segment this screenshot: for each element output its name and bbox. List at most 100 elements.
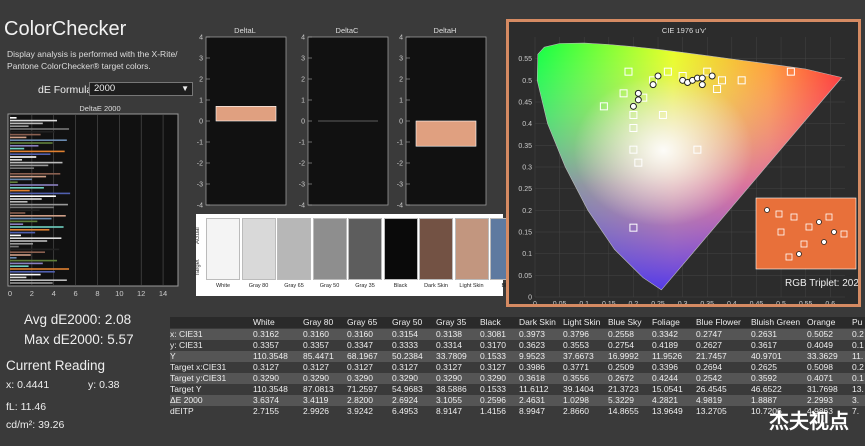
table-cell: 13.	[852, 384, 864, 394]
current-fl: fL: 11.46	[6, 401, 47, 413]
de-bar	[10, 209, 40, 211]
delta-tick-label: 0	[399, 119, 403, 126]
table-cell: 0.3556	[563, 373, 589, 383]
table-cell: 2.4631	[519, 395, 545, 405]
de-bar	[10, 128, 70, 130]
table-row: dEITP 2.7155 2.9926 3.9242 6.4953 8.9147 1.415…	[170, 406, 865, 417]
max-de-stat: Max dE2000: 5.57	[24, 332, 134, 347]
de-bar	[10, 159, 23, 161]
table-row-label: x: CIE31	[170, 329, 203, 339]
de-bar	[10, 276, 27, 279]
table-row: Target y:CIE31 0.3290 0.3290 0.3290 0.3290 0.…	[170, 373, 865, 384]
cie-y-tick: 0.2	[522, 208, 532, 215]
delta-tick-label: 3	[199, 56, 203, 63]
table-cell: 0.2558	[608, 329, 634, 339]
delta-bar	[415, 120, 477, 147]
de-bar	[10, 133, 41, 136]
cie-x-tick: 0.35	[700, 301, 714, 304]
de-bar	[10, 131, 55, 133]
table-cell: 2.6924	[392, 395, 418, 405]
table-cell: 2.7155	[253, 406, 279, 416]
table-header-cell: Light Skin	[563, 317, 601, 327]
de-formula-label: dE Formula:	[38, 84, 96, 96]
delta-bar	[215, 106, 277, 122]
table-cell: 33.7809	[436, 351, 467, 361]
cie-x-tick: 0.4	[727, 301, 737, 304]
cie-y-tick: 0.55	[518, 56, 532, 63]
delta-tick-label: 1	[199, 98, 203, 105]
table-header-cell: Pu	[852, 317, 863, 327]
de-tick-label: 2	[30, 289, 34, 298]
table-cell: 0.3138	[436, 329, 462, 339]
table-cell: 0.3290	[303, 373, 329, 383]
de-bar	[10, 147, 25, 150]
target-label: Target	[195, 259, 201, 276]
current-x: x: 0.4441	[6, 379, 50, 391]
de-tick-label: 12	[137, 289, 145, 298]
table-cell: 33.3629	[807, 351, 838, 361]
inset-measured-marker	[816, 219, 822, 225]
swatch-item: White	[206, 218, 240, 296]
delta-tick-label: 0	[301, 119, 305, 126]
de-bar	[10, 189, 30, 192]
de-bar	[10, 248, 60, 251]
swatch-color	[206, 218, 240, 280]
table-cell: 0.2542	[696, 373, 722, 383]
table-cell: 0.3170	[480, 340, 506, 350]
table-cell: 0.1	[852, 340, 864, 350]
de-bar	[10, 198, 42, 200]
table-cell: 0.3127	[480, 362, 506, 372]
swatch-label: Light Skin	[459, 283, 484, 289]
de-bar	[10, 164, 49, 167]
table-cell: 0.3127	[436, 362, 462, 372]
de-bar	[10, 167, 35, 169]
delta-tick-label: 4	[399, 35, 403, 42]
table-cell: 37.6673	[563, 351, 594, 361]
table-cell: 0.1	[852, 373, 864, 383]
table-cell: 0.3342	[652, 329, 678, 339]
de-bar	[10, 178, 32, 181]
de-bar	[10, 192, 71, 195]
table-cell: 0.3160	[303, 329, 329, 339]
table-cell: 39.1404	[563, 384, 594, 394]
table-row-label: ΔE 2000	[170, 395, 203, 405]
table-cell: 14.8655	[608, 406, 639, 416]
table-header-cell: Orange	[807, 317, 836, 327]
table-cell: 0.3553	[563, 340, 589, 350]
table-cell: 40.9701	[751, 351, 782, 361]
de-bar	[10, 150, 65, 153]
swatch-item: Gray 35	[348, 218, 382, 296]
table-cell: 9.9523	[519, 351, 545, 361]
table-cell: 3.4119	[303, 395, 329, 405]
table-cell: 0.3314	[436, 340, 462, 350]
table-cell: 0.3333	[392, 340, 418, 350]
description-line-1: Display analysis is performed with the X…	[7, 49, 178, 59]
delta-tick-label: 2	[399, 77, 403, 84]
delta-tick-label: 0	[199, 119, 203, 126]
measured-marker	[708, 72, 716, 80]
table-cell: 0.1533	[480, 384, 506, 394]
avg-de-stat: Avg dE2000: 2.08	[24, 312, 132, 327]
table-cell: 0.2747	[696, 329, 722, 339]
de-tick-label: 0	[8, 289, 12, 298]
table-row: x: CIE31 0.3162 0.3160 0.3160 0.3154 0.3138 0.…	[170, 329, 865, 340]
table-row-label: y: CIE31	[170, 340, 203, 350]
table-header-cell: Gray 50	[392, 317, 423, 327]
cie-y-tick: 0.45	[518, 100, 532, 107]
de-formula-select[interactable]: 2000 ▼	[89, 82, 193, 96]
table-cell: 50.2384	[392, 351, 423, 361]
de-bar	[10, 173, 61, 175]
delta-tick-label: 4	[199, 35, 203, 42]
table-cell: 87.0813	[303, 384, 334, 394]
cie-y-tick: 0.25	[518, 186, 532, 193]
de-bar	[10, 142, 53, 144]
de2000-bar-chart: 0 2 4 6 8 10 12 14	[7, 113, 179, 298]
cie-y-tick: 0.5	[522, 78, 532, 85]
table-cell: 21.7457	[696, 351, 727, 361]
swatch-label: White	[215, 283, 231, 289]
measured-marker	[698, 81, 706, 89]
table-cell: 0.2631	[751, 329, 777, 339]
de-bar	[10, 231, 36, 234]
de-bar	[10, 220, 38, 223]
table-cell: 11.6112	[519, 384, 549, 394]
